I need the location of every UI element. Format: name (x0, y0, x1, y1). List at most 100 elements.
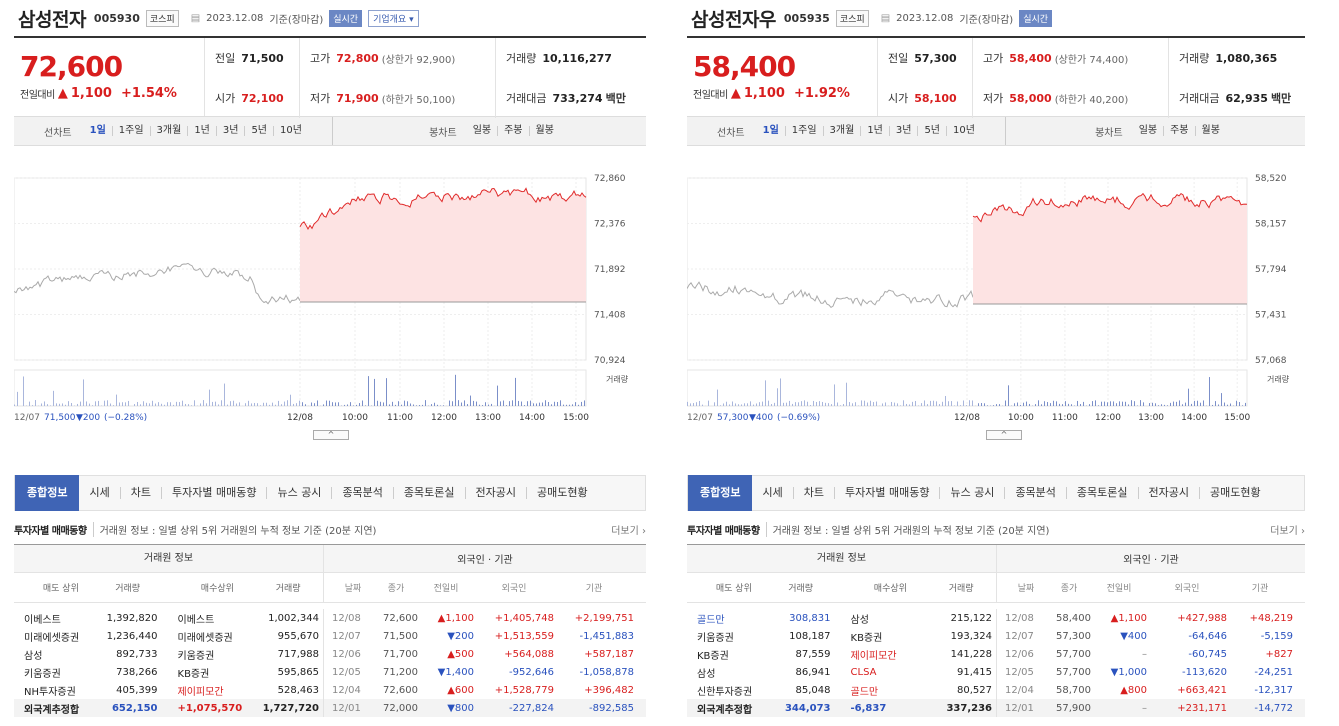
section-title: 투자자별 매매동향 (14, 526, 87, 537)
candle-daily[interactable]: 일봉 (1133, 126, 1163, 136)
top-seller[interactable]: 키움증권 (14, 665, 98, 680)
tab-summary[interactable]: 종합정보 (688, 475, 753, 511)
volume-value: 10,116,277 (542, 51, 612, 65)
volume-bar (83, 379, 84, 406)
top-buyer[interactable]: KB증권 (158, 665, 258, 680)
period-1y[interactable]: 1년 (860, 126, 889, 136)
top-buyer[interactable]: 제이피모간 (158, 683, 258, 698)
stock-name[interactable]: 삼성전자 (18, 5, 86, 32)
tab-news[interactable]: 뉴스 공시 (939, 487, 1004, 499)
volume-bar (395, 404, 396, 406)
top-seller[interactable]: 외국계추정합 (14, 701, 98, 716)
top-buyer[interactable]: CLSA (831, 667, 931, 678)
top-buyer[interactable]: 미래에셋증권 (158, 629, 258, 644)
volume-bar (479, 404, 480, 406)
volume-bar (254, 402, 255, 406)
candle-monthly[interactable]: 월봉 (528, 126, 560, 136)
volume-bar (831, 404, 832, 406)
tab-short-selling[interactable]: 공매도현황 (526, 487, 598, 499)
top-buyer[interactable]: +1,075,570 (158, 703, 258, 714)
volume-bar (1020, 404, 1021, 406)
period-3m[interactable]: 3개월 (149, 126, 188, 136)
volume-bar (515, 377, 516, 406)
top-seller[interactable]: 외국계추정합 (687, 701, 771, 716)
daily-change: ▲1,100 (437, 612, 474, 624)
stock-name[interactable]: 삼성전자우 (691, 5, 776, 32)
daily-change: ▲1,100 (1110, 612, 1147, 624)
low-price: 저가 71,900 (하한가 50,100) (299, 78, 495, 118)
tab-discussion[interactable]: 종목토론실 (1065, 487, 1138, 499)
foreign-net: -952,646 (509, 666, 554, 678)
tab-investor-trading[interactable]: 투자자별 매매동향 (160, 487, 266, 499)
x-tick-label: 15:00 (563, 413, 589, 423)
top-buyer[interactable]: 이베스트 (158, 611, 258, 626)
top-seller[interactable]: 미래에셋증권 (14, 629, 98, 644)
collapse-chart-button[interactable]: ^ (986, 430, 1022, 440)
tab-analysis[interactable]: 종목분석 (1004, 487, 1065, 499)
more-link[interactable]: 더보기 › (1270, 522, 1305, 537)
collapse-chart-button[interactable]: ^ (313, 430, 349, 440)
tab-quotes[interactable]: 시세 (79, 487, 119, 499)
tab-short-selling[interactable]: 공매도현황 (1199, 487, 1271, 499)
volume-bar (1218, 404, 1219, 406)
top-seller[interactable]: 골드만 (687, 611, 771, 626)
tab-summary[interactable]: 종합정보 (15, 475, 80, 511)
volume-bar (44, 401, 45, 406)
period-10y[interactable]: 10년 (946, 126, 981, 136)
volume-bar (533, 403, 534, 406)
top-buyer[interactable]: 삼성 (831, 611, 931, 626)
period-3m[interactable]: 3개월 (822, 126, 861, 136)
volume-bar (218, 404, 219, 406)
period-5y[interactable]: 5년 (917, 126, 946, 136)
period-1w[interactable]: 1주일 (784, 126, 823, 136)
period-1d[interactable]: 1일 (84, 126, 112, 136)
tab-disclosure[interactable]: 전자공시 (1137, 487, 1199, 499)
tab-quotes[interactable]: 시세 (752, 487, 792, 499)
column-header: 매수상위 (873, 584, 907, 594)
volume-bar (347, 404, 348, 406)
tab-chart[interactable]: 차트 (119, 487, 161, 499)
realtime-badge[interactable]: 실시간 (1019, 9, 1053, 27)
candle-daily[interactable]: 일봉 (467, 126, 497, 136)
company-overview-button[interactable]: 기업개요 ▾ (368, 9, 419, 27)
candle-weekly[interactable]: 주봉 (497, 126, 528, 136)
tab-news[interactable]: 뉴스 공시 (266, 487, 331, 499)
volume-bar (323, 404, 324, 406)
top-seller[interactable]: KB증권 (687, 647, 771, 662)
top-seller[interactable]: 삼성 (687, 665, 771, 680)
top-buyer[interactable]: -6,837 (831, 703, 931, 714)
period-10y[interactable]: 10년 (273, 126, 308, 136)
foreign-net: +1,513,559 (494, 630, 554, 642)
period-3y[interactable]: 3년 (215, 126, 245, 136)
top-buyer[interactable]: KB증권 (831, 629, 931, 644)
candle-weekly[interactable]: 주봉 (1163, 126, 1194, 136)
top-seller[interactable]: NH투자증권 (14, 683, 98, 698)
top-seller[interactable]: 신한투자증권 (687, 683, 771, 698)
volume-bar (194, 400, 195, 406)
top-buyer[interactable]: 골드만 (831, 683, 931, 698)
tab-investor-trading[interactable]: 투자자별 매매동향 (833, 487, 939, 499)
top-buyer[interactable]: 키움증권 (158, 647, 258, 662)
period-1w[interactable]: 1주일 (111, 126, 150, 136)
period-5y[interactable]: 5년 (244, 126, 273, 136)
y-tick-label: 57,068 (1255, 356, 1287, 366)
tab-disclosure[interactable]: 전자공시 (464, 487, 526, 499)
volume-bar (410, 403, 411, 406)
period-1d[interactable]: 1일 (757, 126, 785, 136)
tab-chart[interactable]: 차트 (792, 487, 834, 499)
tab-discussion[interactable]: 종목토론실 (392, 487, 465, 499)
period-1y[interactable]: 1년 (187, 126, 216, 136)
top-buyer[interactable]: 제이피모간 (831, 647, 931, 662)
volume-bar (717, 389, 718, 406)
more-link[interactable]: 더보기 › (611, 522, 646, 537)
top-seller[interactable]: 키움증권 (687, 629, 771, 644)
period-3y[interactable]: 3년 (888, 126, 918, 136)
top-seller[interactable]: 삼성 (14, 647, 98, 662)
volume-bar (398, 401, 399, 406)
top-seller[interactable]: 이베스트 (14, 611, 98, 626)
tab-analysis[interactable]: 종목분석 (331, 487, 392, 499)
institution-net: +396,482 (584, 684, 634, 696)
candle-monthly[interactable]: 월봉 (1194, 126, 1226, 136)
volume-bar (1245, 402, 1246, 406)
realtime-badge[interactable]: 실시간 (329, 9, 363, 27)
